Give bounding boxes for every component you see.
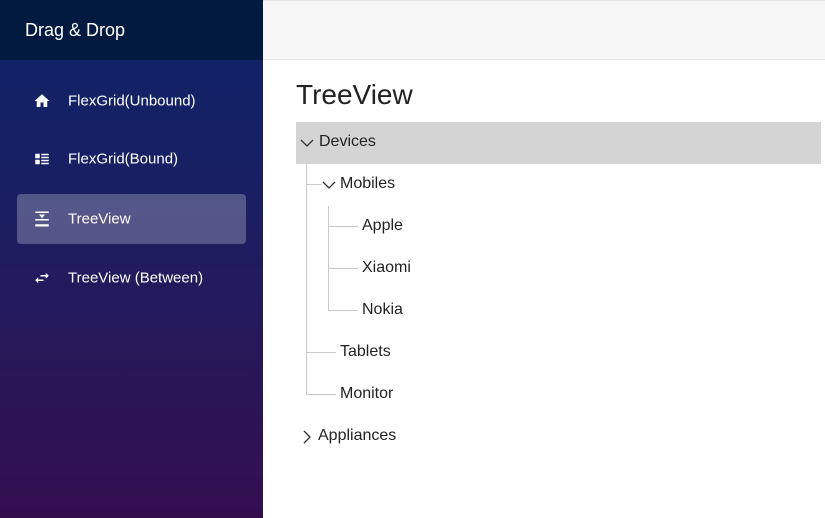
tree-node-xiaomi[interactable]: Xiaomi xyxy=(358,248,821,290)
tree-connector xyxy=(328,206,329,311)
tree-connector xyxy=(306,394,336,395)
tree-node-label: Apple xyxy=(362,217,403,234)
tree-node-tablets[interactable]: Tablets xyxy=(336,332,821,374)
tree-node-label: Nokia xyxy=(362,301,403,318)
sidebar-item-label: TreeView (Between) xyxy=(68,269,204,287)
sidebar-item-label: FlexGrid(Bound) xyxy=(68,150,179,168)
tree-connector xyxy=(306,352,336,353)
swap-horiz-icon xyxy=(33,269,51,287)
home-icon xyxy=(33,92,51,110)
tree-node-label: Xiaomi xyxy=(362,259,411,276)
sidebar-item-label: FlexGrid(Unbound) xyxy=(68,92,196,110)
sidebar-item-flexgrid-unbound[interactable]: FlexGrid(Unbound) xyxy=(17,76,246,126)
tree-node-mobiles[interactable]: Mobiles xyxy=(318,164,821,206)
vertical-align-center-icon xyxy=(33,210,51,228)
tree-node-appliances[interactable]: Appliances xyxy=(296,416,821,458)
list-grid-icon xyxy=(33,150,51,168)
tree-node-label: Appliances xyxy=(318,427,397,444)
app-title: Drag & Drop xyxy=(0,0,263,60)
tree-node-apple[interactable]: Apple xyxy=(358,206,821,248)
tree-node-nokia[interactable]: Nokia xyxy=(358,290,821,332)
tree-connector xyxy=(328,268,358,269)
top-bar xyxy=(263,0,825,60)
tree-connector xyxy=(306,164,307,395)
tree-node-label: Tablets xyxy=(340,343,391,360)
chevron-down-icon[interactable] xyxy=(300,136,314,150)
tree-node-devices[interactable]: Devices xyxy=(296,122,821,164)
sidebar: Drag & Drop FlexGrid(Unbound) FlexGrid(B… xyxy=(0,0,263,518)
tree-node-label: Devices xyxy=(319,133,376,150)
sidebar-item-treeview-between[interactable]: TreeView (Between) xyxy=(17,253,246,303)
chevron-right-icon[interactable] xyxy=(300,430,314,444)
tree-node-label: Mobiles xyxy=(340,175,396,192)
sidebar-item-flexgrid-bound[interactable]: FlexGrid(Bound) xyxy=(17,134,246,184)
chevron-down-icon[interactable] xyxy=(322,178,336,192)
sidebar-item-label: TreeView xyxy=(68,210,131,228)
tree-connector xyxy=(328,226,358,227)
tree-node-label: Monitor xyxy=(340,385,394,402)
tree-node-monitor[interactable]: Monitor xyxy=(336,374,821,416)
tree-connector xyxy=(328,310,358,311)
page-title: TreeView xyxy=(296,79,413,110)
sidebar-item-treeview[interactable]: TreeView xyxy=(17,194,246,244)
